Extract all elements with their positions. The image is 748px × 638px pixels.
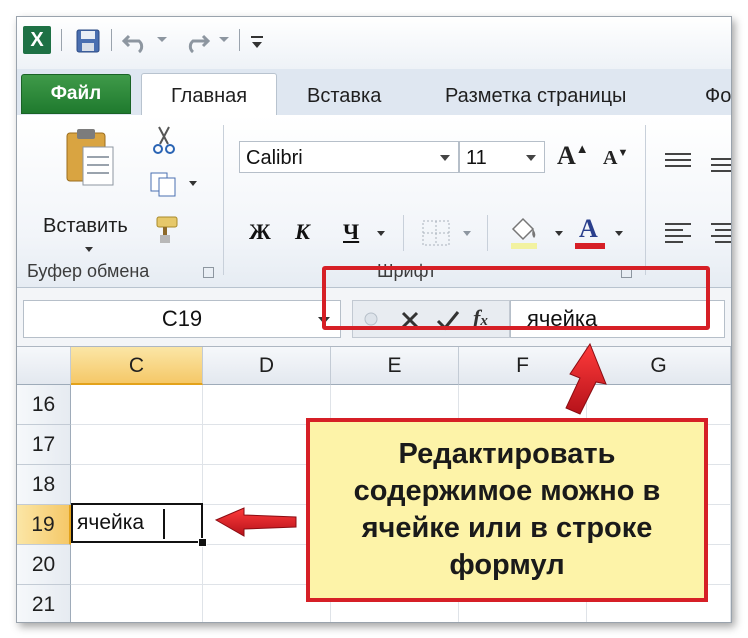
arrow-to-cell [214, 507, 297, 537]
explanation-callout: Редактировать содержимое можно в ячейке … [306, 418, 708, 602]
callout-text: Редактировать содержимое можно в ячейке … [353, 438, 661, 581]
arrow-to-formula-bar [565, 342, 607, 415]
